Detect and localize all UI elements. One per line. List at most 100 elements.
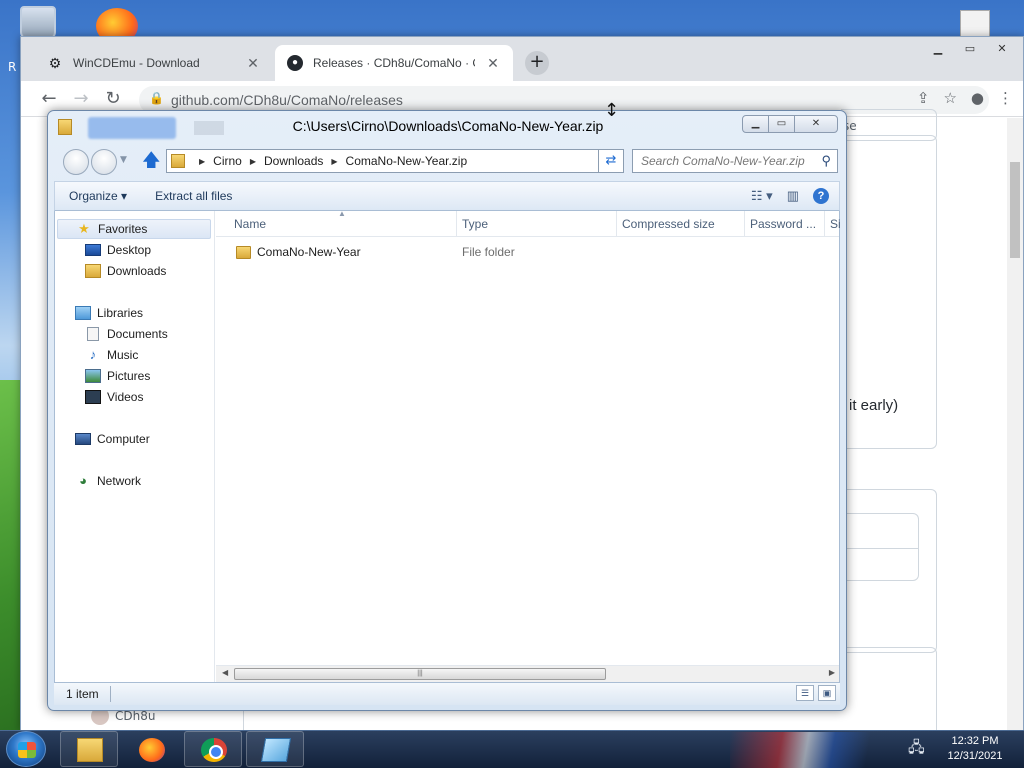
firefox-icon: [139, 738, 165, 762]
column-name[interactable]: Name: [234, 217, 454, 231]
explorer-body: ★ Favorites Desktop Downloads Libraries …: [54, 209, 840, 683]
column-divider[interactable]: [744, 211, 745, 237]
desktop-icon: [85, 244, 101, 256]
back-button[interactable]: [63, 149, 89, 175]
profile-icon[interactable]: ●: [971, 89, 984, 107]
column-size[interactable]: Si: [830, 217, 840, 231]
nav-computer[interactable]: Computer: [75, 432, 150, 446]
search-placeholder: Search ComaNo-New-Year.zip: [641, 154, 805, 168]
view-controls: ☷ ▾ ▥ ?: [751, 188, 829, 204]
minimize-button[interactable]: ▁: [923, 41, 953, 59]
share-icon[interactable]: ⇪: [917, 89, 930, 107]
extract-all-button[interactable]: Extract all files: [141, 189, 246, 203]
wallpaper-art: [730, 732, 900, 768]
close-window-button[interactable]: ✕: [794, 115, 838, 133]
nav-label: Libraries: [97, 306, 144, 320]
nav-label: Favorites: [98, 222, 148, 236]
nav-network[interactable]: ◕ Network: [75, 474, 142, 489]
scrollbar-thumb[interactable]: [1010, 162, 1020, 258]
file-list: ▲ Name Type Compressed size Password ...…: [216, 209, 840, 682]
scroll-right-icon[interactable]: ▶: [829, 668, 835, 677]
clock[interactable]: 12:32 PM 12/31/2021: [940, 734, 1010, 764]
list-item[interactable]: ComaNo-New-Year File folder: [216, 241, 839, 263]
scroll-left-icon[interactable]: ◀: [222, 668, 228, 677]
file-name: ComaNo-New-Year: [236, 245, 361, 259]
close-icon[interactable]: ✕: [245, 55, 261, 72]
chevron-right-icon[interactable]: ▶: [199, 157, 205, 166]
chevron-down-icon[interactable]: ▼: [120, 155, 127, 165]
maximize-button[interactable]: ▭: [955, 41, 985, 59]
star-icon: ★: [78, 221, 90, 236]
column-divider[interactable]: [824, 211, 825, 237]
breadcrumb-item[interactable]: Cirno: [213, 154, 242, 168]
tab-title: Releases · CDh8u/ComaNo · Git: [313, 56, 475, 70]
page-scrollbar[interactable]: [1007, 118, 1023, 730]
file-name-text: ComaNo-New-Year: [257, 245, 361, 259]
taskbar-chrome[interactable]: [184, 731, 242, 767]
tab-wincdemu[interactable]: ⚙ WinCDEmu - Download ✕: [35, 45, 273, 81]
nav-label: Downloads: [107, 264, 167, 278]
help-icon[interactable]: ?: [813, 188, 829, 204]
nav-desktop[interactable]: Desktop: [85, 243, 151, 257]
column-password[interactable]: Password ...: [750, 217, 824, 231]
back-arrow-icon[interactable]: ←: [37, 87, 61, 111]
view-options-icon[interactable]: ☷ ▾: [751, 188, 773, 204]
tab-releases[interactable]: ● Releases · CDh8u/ComaNo · Git ✕: [275, 45, 513, 81]
nav-favorites[interactable]: ★ Favorites: [57, 219, 211, 239]
up-arrow-icon[interactable]: 🡅: [142, 151, 161, 171]
close-icon[interactable]: ✕: [485, 55, 501, 72]
computer-icon: [75, 433, 91, 445]
menu-dots-icon[interactable]: ⋮: [998, 89, 1013, 107]
nav-documents[interactable]: Documents: [85, 327, 168, 341]
horizontal-scrollbar[interactable]: ◀ ||| ▶: [216, 665, 839, 682]
search-icon[interactable]: ⚲: [821, 153, 831, 169]
folder-icon: [236, 245, 251, 259]
github-release-card: [841, 647, 937, 737]
nav-label: Network: [97, 474, 142, 488]
column-type[interactable]: Type: [462, 217, 612, 231]
breadcrumb-item[interactable]: Downloads: [264, 154, 323, 168]
music-note-icon: ♪: [89, 347, 97, 362]
details-view-icon[interactable]: ☰: [796, 685, 814, 701]
explorer-titlebar[interactable]: C:\Users\Cirno\Downloads\ComaNo-New-Year…: [48, 111, 846, 143]
large-icons-view-icon[interactable]: ▣: [818, 685, 836, 701]
recycle-bin-icon[interactable]: [20, 6, 56, 40]
nav-videos[interactable]: Videos: [85, 390, 143, 404]
nav-label: Videos: [107, 390, 144, 404]
taskbar-firefox[interactable]: [122, 731, 180, 767]
nav-libraries[interactable]: Libraries: [75, 306, 143, 320]
maximize-button[interactable]: ▭: [768, 115, 795, 133]
nav-music[interactable]: ♪ Music: [85, 347, 139, 363]
chrome-icon: [201, 738, 227, 762]
reload-icon[interactable]: ↻: [101, 87, 125, 111]
minimize-button[interactable]: ▁: [742, 115, 769, 133]
refresh-button[interactable]: ⇄: [598, 149, 624, 173]
column-headers: ▲ Name Type Compressed size Password ...…: [216, 209, 840, 237]
forward-button[interactable]: [91, 149, 117, 175]
chevron-right-icon[interactable]: ▶: [250, 157, 256, 166]
start-button[interactable]: [6, 731, 46, 767]
organize-button[interactable]: Organize ▾: [55, 189, 141, 203]
navigation-pane: ★ Favorites Desktop Downloads Libraries …: [55, 211, 215, 682]
forward-arrow-icon[interactable]: →: [69, 87, 93, 111]
breadcrumb-item[interactable]: ComaNo-New-Year.zip: [346, 154, 468, 168]
star-icon[interactable]: ☆: [943, 89, 956, 107]
scrollbar-thumb[interactable]: |||: [234, 668, 606, 680]
taskbar-explorer[interactable]: [60, 731, 118, 767]
column-divider[interactable]: [616, 211, 617, 237]
column-divider[interactable]: [456, 211, 457, 237]
desktop-icon-label: R: [8, 60, 17, 74]
preview-pane-icon[interactable]: ▥: [787, 188, 799, 204]
close-window-button[interactable]: ✕: [987, 41, 1017, 59]
new-tab-button[interactable]: +: [525, 51, 549, 75]
breadcrumb[interactable]: ▶ Cirno ▶ Downloads ▶ ComaNo-New-Year.zi…: [166, 149, 622, 173]
tab-title: WinCDEmu - Download: [73, 56, 200, 70]
taskbar-notepad[interactable]: [246, 731, 304, 767]
chevron-right-icon[interactable]: ▶: [331, 157, 337, 166]
column-compressed-size[interactable]: Compressed size: [622, 217, 742, 231]
search-input[interactable]: Search ComaNo-New-Year.zip ⚲: [632, 149, 838, 173]
downloads-folder-icon: [85, 264, 101, 278]
nav-downloads[interactable]: Downloads: [85, 264, 166, 278]
nav-pictures[interactable]: Pictures: [85, 369, 150, 383]
network-tray-icon[interactable]: 🖧: [908, 737, 925, 762]
